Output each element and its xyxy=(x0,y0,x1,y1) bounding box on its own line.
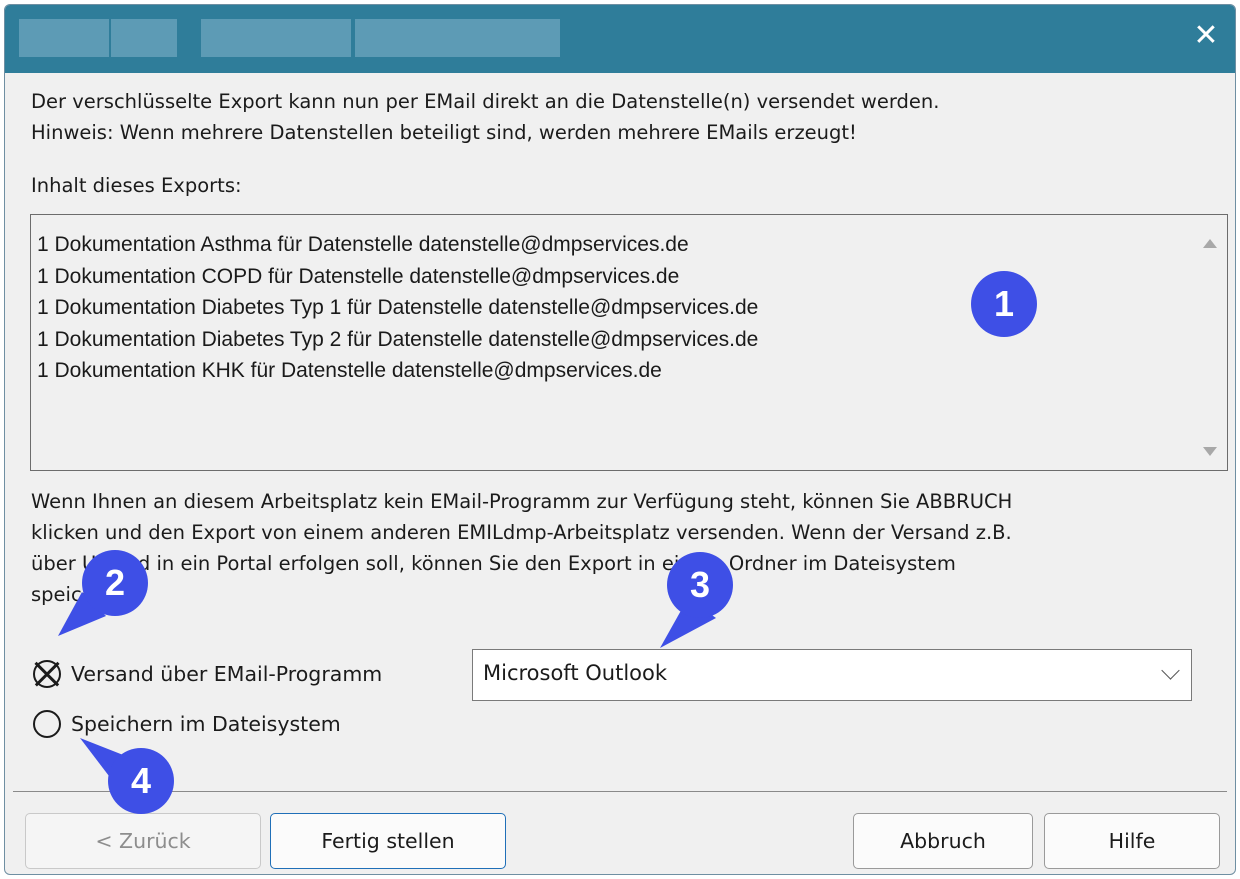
help-button[interactable]: Hilfe xyxy=(1044,813,1220,869)
intro-line-1: Der verschlüsselte Export kann nun per E… xyxy=(31,90,940,113)
export-dialog: ✕ Der verschlüsselte Export kann nun per… xyxy=(4,4,1236,875)
back-button[interactable]: < Zurück xyxy=(25,813,261,869)
list-item[interactable]: 1 Dokumentation Asthma für Datenstelle d… xyxy=(37,229,1187,261)
title-blurred-segment xyxy=(355,19,560,57)
footer-divider xyxy=(13,791,1227,792)
intro-line-2: Hinweis: Wenn mehrere Datenstellen betei… xyxy=(31,121,857,144)
info-line-3: über Upload in ein Portal erfolgen soll,… xyxy=(31,552,956,575)
cancel-button[interactable]: Abbruch xyxy=(853,813,1033,869)
info-line-1: Wenn Ihnen an diesem Arbeitsplatz kein E… xyxy=(31,490,1013,513)
option-filesystem[interactable]: Speichern im Dateisystem xyxy=(33,706,341,742)
callout-badge-3: 3 xyxy=(667,552,733,618)
title-blurred-segment xyxy=(111,19,177,57)
filesystem-radio-button[interactable] xyxy=(33,710,61,738)
title-blurred-segment xyxy=(201,19,351,57)
option-email[interactable]: Versand über EMail-Programm xyxy=(33,656,382,692)
email-option-label[interactable]: Versand über EMail-Programm xyxy=(71,662,382,686)
callout-badge-4: 4 xyxy=(108,748,174,814)
info-line-2: klicken und den Export von einem anderen… xyxy=(31,521,1012,544)
scroll-up-arrow-icon[interactable] xyxy=(1203,239,1217,248)
close-button[interactable]: ✕ xyxy=(1191,21,1221,51)
list-item[interactable]: 1 Dokumentation KHK für Datenstelle date… xyxy=(37,355,1187,387)
title-bar: ✕ xyxy=(5,5,1235,73)
callout-badge-1: 1 xyxy=(971,271,1037,337)
chevron-down-icon xyxy=(1161,661,1180,680)
email-program-value: Microsoft Outlook xyxy=(483,661,668,685)
filesystem-option-label[interactable]: Speichern im Dateisystem xyxy=(71,712,341,736)
email-radio-button[interactable] xyxy=(33,660,61,688)
close-icon: ✕ xyxy=(1193,18,1219,53)
export-contents-list[interactable]: 1 Dokumentation Asthma für Datenstelle d… xyxy=(30,214,1228,471)
callout-badge-2: 2 xyxy=(82,550,148,616)
scroll-down-arrow-icon[interactable] xyxy=(1203,447,1217,456)
finish-button[interactable]: Fertig stellen xyxy=(270,813,506,869)
title-blurred-segment xyxy=(19,19,109,57)
contents-label: Inhalt dieses Exports: xyxy=(31,174,242,197)
email-program-select[interactable]: Microsoft Outlook xyxy=(472,649,1192,701)
